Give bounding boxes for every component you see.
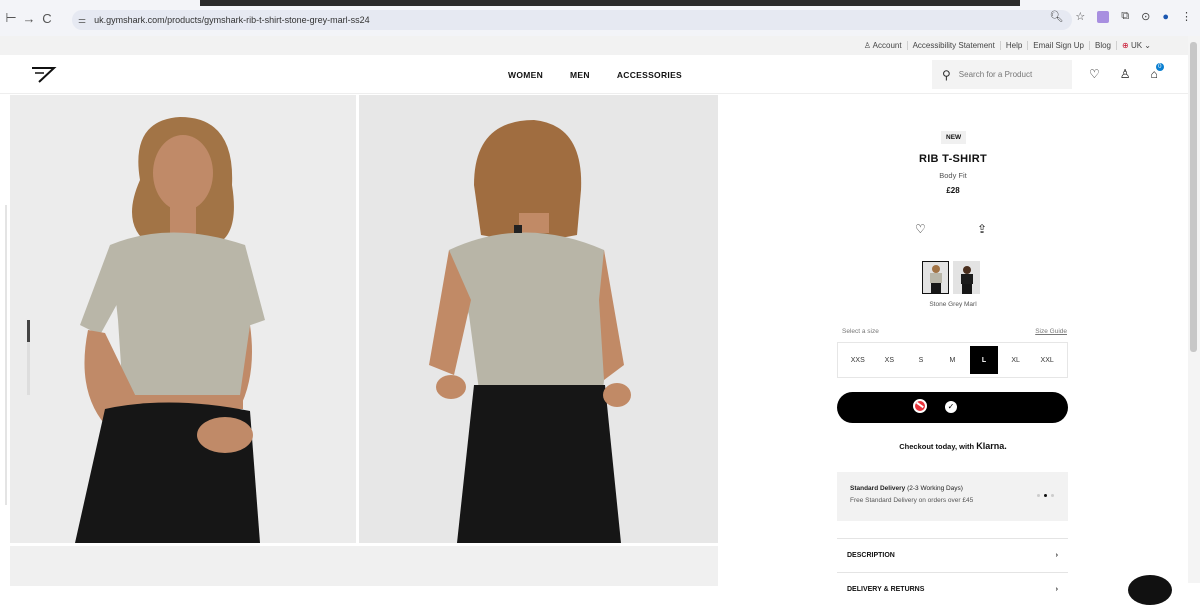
size-option[interactable]: M — [938, 346, 966, 374]
nav-accessories[interactable]: ACCESSORIES — [617, 70, 682, 80]
color-swatch-black[interactable] — [953, 261, 980, 294]
nav-men[interactable]: MEN — [570, 70, 590, 80]
blog-link[interactable]: Blog — [1088, 41, 1116, 50]
accordion-delivery-returns[interactable]: DELIVERY & RETURNS › — [837, 572, 1068, 606]
search-icon: ⚲ — [942, 67, 951, 82]
page-left-edge — [5, 205, 7, 505]
history-icon[interactable]: ⊙ — [1141, 10, 1150, 23]
account-link[interactable]: ♙ Account — [859, 41, 907, 50]
size-selector: XXS XS S M L XL XXL — [837, 342, 1068, 378]
blocked-icon — [913, 399, 927, 413]
utility-bar: ♙ Account Accessibility Statement Help E… — [0, 36, 1200, 55]
wishlist-heart-icon[interactable]: ♡ — [1089, 67, 1100, 81]
nav-women[interactable]: WOMEN — [508, 70, 543, 80]
window-strip — [200, 0, 1020, 6]
size-guide-link[interactable]: Size Guide — [1035, 328, 1067, 335]
extensions-puzzle-icon[interactable]: ⧉ — [1121, 10, 1129, 23]
size-option[interactable]: XS — [875, 346, 903, 374]
klarna-message: Checkout today, with Klarna. — [899, 441, 1007, 451]
swatch-thumbnail — [960, 266, 973, 294]
accordion-description[interactable]: DESCRIPTION › — [837, 538, 1068, 572]
region-selector[interactable]: ⊕ UK ⌄ — [1116, 41, 1156, 50]
chat-bubble-icon[interactable] — [1128, 575, 1172, 605]
carousel-dot[interactable] — [1037, 494, 1040, 497]
product-price: £28 — [946, 186, 960, 195]
product-title: RIB T-SHIRT — [918, 153, 988, 165]
bag-icon[interactable]: ⌂ 0 — [1151, 63, 1164, 81]
gallery-scroll-indicator[interactable] — [27, 320, 30, 395]
model-back-image — [359, 95, 718, 543]
address-bar[interactable]: ⚌ uk.gymshark.com/products/gymshark-rib-… — [72, 10, 1072, 30]
menu-icon[interactable]: ⋮ — [1181, 10, 1192, 23]
size-option[interactable]: S — [907, 346, 935, 374]
browser-actions: 🔍︎ ☆ ⧉ ⊙ ● ⋮ — [1049, 10, 1192, 23]
product-image-front[interactable] — [10, 95, 356, 543]
search-input[interactable]: ⚲ Search for a Product — [932, 60, 1072, 89]
model-front-image — [10, 95, 356, 543]
carousel-dot-active[interactable] — [1044, 494, 1047, 497]
size-header: Select a size Size Guide — [842, 328, 1067, 335]
product-image-row-2[interactable] — [10, 546, 718, 586]
product-info-panel: NEW RIB T-SHIRT Body Fit £28 ♡ ⇪ Stone G… — [718, 95, 1188, 593]
product-image-back[interactable] — [359, 95, 718, 543]
url-text: uk.gymshark.com/products/gymshark-rib-t-… — [94, 15, 370, 25]
header-icons: ♡ ♙ ⌂ 0 — [1089, 63, 1164, 81]
accessibility-link[interactable]: Accessibility Statement — [906, 41, 1000, 50]
back-icon[interactable]: ⊢ — [2, 10, 20, 26]
product-fit: Body Fit — [939, 171, 967, 180]
chevron-right-icon: › — [1055, 552, 1058, 559]
carousel-dots[interactable] — [1037, 494, 1054, 497]
page-scrollbar[interactable] — [1188, 36, 1200, 583]
flag-icon: ⊕ — [1122, 41, 1129, 50]
delivery-info-card: Standard Delivery (2-3 Working Days) Fre… — [837, 472, 1068, 521]
size-option[interactable]: XXS — [844, 346, 872, 374]
chevron-right-icon: › — [1055, 586, 1058, 593]
delivery-days: (2-3 Working Days) — [907, 485, 963, 492]
profile-icon[interactable]: ● — [1162, 11, 1169, 23]
main-nav: WOMEN MEN ACCESSORIES — [508, 70, 682, 80]
extension-icon[interactable] — [1097, 10, 1110, 23]
email-signup-link[interactable]: Email Sign Up — [1027, 41, 1089, 50]
share-icon[interactable]: ⇪ — [977, 222, 987, 236]
size-option-selected[interactable]: L — [970, 346, 999, 374]
delivery-note: Free Standard Delivery on orders over £4… — [850, 497, 974, 504]
check-icon: ✓ — [945, 401, 957, 413]
account-icon[interactable]: ♙ — [1120, 67, 1131, 81]
add-to-bag-button[interactable]: ✓ — [837, 392, 1068, 423]
bookmark-star-icon[interactable]: ☆ — [1075, 10, 1085, 23]
klarna-logo: Klarna. — [976, 441, 1007, 451]
delivery-title: Standard Delivery — [850, 485, 906, 492]
help-link[interactable]: Help — [999, 41, 1027, 50]
new-badge: NEW — [941, 131, 967, 144]
reload-icon[interactable]: C — [38, 11, 56, 26]
size-option[interactable]: XL — [1002, 346, 1030, 374]
site-settings-icon[interactable]: ⚌ — [78, 15, 86, 26]
color-swatch-stone-grey[interactable] — [922, 261, 949, 294]
swatch-thumbnail — [929, 265, 942, 293]
wishlist-heart-icon[interactable]: ♡ — [915, 222, 926, 236]
gymshark-logo-icon[interactable] — [30, 65, 58, 83]
browser-toolbar: ⊢ → C ⚌ uk.gymshark.com/products/gymshar… — [0, 0, 1200, 36]
site-header: WOMEN MEN ACCESSORIES ⚲ Search for a Pro… — [0, 55, 1200, 94]
size-option[interactable]: XXL — [1033, 346, 1061, 374]
carousel-dot[interactable] — [1051, 494, 1054, 497]
bag-count-badge: 0 — [1155, 63, 1164, 71]
zoom-icon[interactable]: 🔍︎ — [1049, 10, 1063, 23]
color-name: Stone Grey Marl — [929, 301, 977, 308]
select-size-label: Select a size — [842, 328, 879, 335]
forward-icon[interactable]: → — [20, 11, 38, 26]
